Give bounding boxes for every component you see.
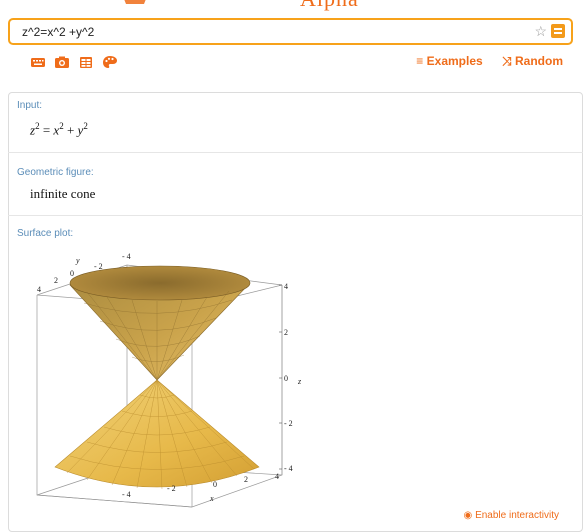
favorite-star-icon[interactable]: ☆ [534, 23, 547, 40]
y-tick: 4 [37, 285, 41, 294]
table-icon[interactable] [78, 55, 94, 69]
logo-text: Alpha [300, 0, 359, 12]
z-tick: - 4 [284, 464, 293, 473]
upper-nappe [69, 265, 251, 381]
search-submit-icon[interactable] [551, 24, 565, 38]
search-bar[interactable]: z^2=x^2 +y^2 ☆ [8, 18, 573, 45]
geometric-figure-value: infinite cone [30, 186, 96, 201]
y-tick: 0 [70, 269, 74, 278]
geometric-figure-pod-title: Geometric figure: [17, 167, 94, 178]
z-tick: 0 [284, 374, 288, 383]
header-strip: Alpha [0, 0, 587, 12]
z-tick: 2 [284, 328, 288, 337]
examples-label: Examples [426, 54, 483, 68]
interactivity-icon: ◉ [463, 510, 473, 521]
surface-plot-pod-title: Surface plot: [17, 228, 74, 239]
x-tick: - 2 [167, 484, 176, 493]
y-tick: - 2 [94, 262, 103, 271]
keyboard-icon[interactable] [30, 55, 46, 69]
random-link[interactable]: ⤨ Random [502, 54, 563, 69]
z-tick: 4 [284, 282, 288, 291]
enable-interactivity-label: Enable interactivity [475, 510, 559, 521]
input-formula: z2 = x2 + y2 [30, 121, 88, 138]
lower-nappe [54, 379, 260, 490]
examples-link[interactable]: ≡ Examples [416, 54, 482, 68]
x-tick: 4 [275, 472, 279, 481]
camera-icon[interactable] [54, 55, 70, 69]
z-tick: - 2 [284, 419, 293, 428]
y-tick: 2 [54, 276, 58, 285]
y-tick: - 4 [122, 252, 131, 261]
x-tick: 0 [213, 480, 217, 489]
enable-interactivity-link[interactable]: ◉ Enable interactivity [464, 510, 559, 521]
z-axis-label: z [297, 377, 302, 386]
menu-lines-icon: ≡ [416, 54, 424, 68]
x-tick: - 4 [122, 490, 131, 499]
surface-plot: - 4 - 2 0 2 4 y 4 2 0 - 2 - 4 z - 4 - 2 … [36, 252, 302, 508]
y-axis-label: y [75, 256, 80, 265]
palette-icon[interactable] [102, 55, 118, 69]
search-input[interactable]: z^2=x^2 +y^2 [22, 25, 94, 39]
input-pod-title: Input: [17, 100, 43, 111]
x-axis-label: x [209, 494, 214, 503]
pod-divider [8, 152, 583, 153]
toolbar-links: ≡ Examples ⤨ Random [400, 54, 563, 69]
pod-divider [8, 215, 583, 216]
wolfram-star-icon [124, 0, 146, 4]
shuffle-icon: ⤨ [502, 54, 512, 68]
random-label: Random [515, 54, 563, 68]
x-tick: 2 [244, 475, 248, 484]
